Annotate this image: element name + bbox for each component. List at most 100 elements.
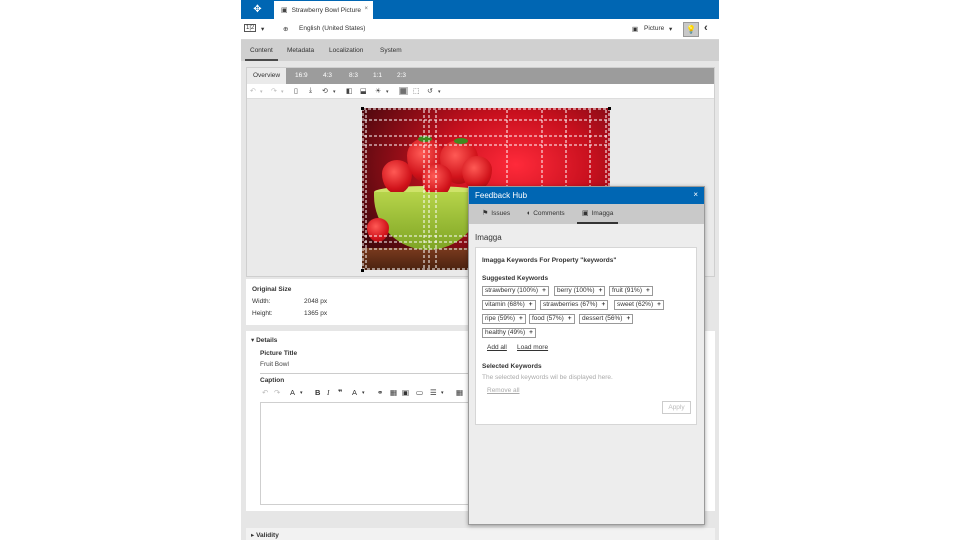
details-header[interactable]: ▾ Details (251, 336, 277, 344)
feedback-hub-title: Feedback Hub (475, 191, 528, 200)
picture-title-input[interactable]: Fruit Bowl (260, 361, 289, 368)
chevron-down-icon[interactable]: ▾ (281, 89, 284, 95)
grid-icon[interactable]: ▦ (399, 87, 408, 95)
selected-keywords-hint: The selected keywords wil be displayed h… (482, 374, 613, 381)
add-icon[interactable]: + (602, 301, 606, 308)
tab-issues[interactable]: ⚑ Issues (479, 204, 513, 224)
chevron-down-icon[interactable]: ▾ (362, 390, 365, 396)
chevron-left-icon[interactable]: ‹ (704, 22, 708, 34)
chevron-down-icon[interactable]: ▾ (386, 89, 389, 95)
keyword-chip[interactable]: vitamin (68%) + (482, 300, 536, 310)
apply-button[interactable]: Apply (662, 401, 691, 414)
original-size-panel: Original Size Width: 2048 px Height: 136… (246, 279, 475, 325)
table-icon[interactable]: ▦ (390, 388, 397, 397)
close-icon[interactable]: × (693, 190, 698, 199)
add-icon[interactable]: + (626, 315, 630, 322)
flip-horizontal-icon[interactable]: ◧ (346, 87, 353, 95)
document-tab[interactable]: ▣ Strawberry Bowl Picture × (274, 1, 373, 19)
remove-all-link[interactable]: Remove all (487, 387, 520, 394)
crop-handle[interactable] (361, 269, 364, 272)
keyword-chip[interactable]: fruit (91%) + (609, 286, 653, 296)
add-icon[interactable]: + (646, 287, 650, 294)
add-icon[interactable]: + (529, 301, 533, 308)
keyword-chip[interactable]: sweet (62%) + (614, 300, 664, 310)
chevron-down-icon[interactable]: ▾ (261, 25, 264, 33)
chevron-down-icon[interactable]: ▾ (260, 89, 263, 95)
add-icon[interactable]: + (568, 315, 572, 322)
keyword-chip[interactable]: strawberry (100%) + (482, 286, 549, 296)
feedback-hub-button[interactable]: 💡 (683, 22, 699, 37)
crop-handle[interactable] (361, 107, 364, 110)
height-value: 1365 px (304, 310, 328, 317)
caption-editor[interactable] (260, 402, 470, 505)
document-toolbar: 1|2 ▾ ⊕ English (United States) ▣ Pictur… (241, 19, 719, 40)
list-icon[interactable]: ☰ (430, 388, 437, 397)
home-button[interactable]: ✥ (241, 0, 274, 19)
keyword-chip[interactable]: ripe (59%) + (482, 314, 526, 324)
chevron-down-icon[interactable]: ▾ (441, 390, 444, 396)
validity-header[interactable]: ▸ Validity (251, 531, 279, 539)
top-bar: ✥ ▣ Strawberry Bowl Picture × (241, 0, 719, 19)
image-icon[interactable]: ▣ (402, 388, 409, 397)
flip-vertical-icon[interactable]: ⬓ (360, 87, 367, 95)
download-icon[interactable]: ⤓ (309, 87, 312, 95)
trash-icon[interactable]: ▯ (294, 87, 298, 95)
redo-icon[interactable]: ↷ (274, 388, 280, 397)
keyword-chip[interactable]: dessert (56%) + (579, 314, 634, 324)
picture-title-underline (260, 373, 480, 374)
undo-icon[interactable]: ↶ (262, 388, 268, 397)
redo-icon[interactable]: ↷ (271, 87, 277, 95)
imagga-card-title: Imagga Keywords For Property "keywords" (482, 257, 617, 264)
bold-icon[interactable]: B (315, 388, 320, 397)
language-selector[interactable]: English (United States) (299, 25, 365, 32)
add-icon[interactable]: + (529, 329, 533, 336)
crop-tab-2-3[interactable]: 2:3 (392, 68, 411, 84)
brightness-icon[interactable]: ☀ (375, 87, 381, 95)
keyword-chip[interactable]: berry (100%) + (554, 286, 606, 296)
more-tools-icon[interactable]: ▦ (456, 388, 463, 397)
rotate-icon[interactable]: ⟲ (322, 87, 328, 95)
crop-tab-1-1[interactable]: 1:1 (368, 68, 387, 84)
add-icon[interactable]: + (599, 287, 603, 294)
add-all-link[interactable]: Add all (487, 344, 507, 351)
quote-icon[interactable]: ❞ (338, 388, 342, 397)
media-icon[interactable]: ▭ (416, 388, 423, 397)
chevron-down-icon[interactable]: ▾ (300, 390, 303, 396)
chevron-down-icon[interactable]: ▾ (669, 25, 672, 33)
tab-comments-label: Comments (533, 210, 565, 217)
tab-metadata[interactable]: Metadata (282, 40, 319, 61)
load-more-link[interactable]: Load more (517, 344, 548, 351)
imagga-section-title: Imagga (475, 233, 502, 242)
close-tab-icon[interactable]: × (364, 6, 368, 12)
crop-handle[interactable] (608, 107, 611, 110)
crop-tab-16-9[interactable]: 16:9 (290, 68, 313, 84)
details-header-label: Details (256, 337, 278, 344)
tab-comments[interactable]: ◖ Comments (523, 204, 568, 224)
tab-system[interactable]: System (375, 40, 407, 61)
keyword-chip[interactable]: food (57%) + (529, 314, 575, 324)
add-icon[interactable]: + (657, 301, 661, 308)
font-size-icon[interactable]: A (290, 388, 295, 397)
document-type-selector[interactable]: Picture (644, 25, 664, 32)
chevron-down-icon[interactable]: ▾ (333, 89, 336, 95)
crop-tab-8-3[interactable]: 8:3 (344, 68, 363, 84)
reset-icon[interactable]: ↺ (427, 87, 433, 95)
layout-icon[interactable]: 1|2 (244, 24, 257, 32)
tab-imagga[interactable]: ▣ Imagga (577, 204, 619, 224)
keyword-chip[interactable]: strawberries (67%) + (540, 300, 609, 310)
italic-icon[interactable]: I (327, 388, 330, 397)
link-icon[interactable]: ⚭ (377, 388, 383, 397)
crop-tab-4-3[interactable]: 4:3 (318, 68, 337, 84)
chevron-down-icon[interactable]: ▾ (438, 89, 441, 95)
crop-tab-overview[interactable]: Overview (247, 68, 287, 84)
add-icon[interactable]: + (519, 315, 523, 322)
tab-content[interactable]: Content (245, 40, 278, 61)
globe-icon[interactable]: ⊕ (283, 25, 288, 33)
undo-icon[interactable]: ↶ (250, 87, 256, 95)
feedback-hub-window: Feedback Hub × ⚑ Issues ◖ Comments ▣ Imagga… (468, 186, 705, 525)
text-color-icon[interactable]: A (352, 388, 357, 397)
add-icon[interactable]: + (542, 287, 546, 294)
tab-localization[interactable]: Localization (324, 40, 368, 61)
keyword-chip[interactable]: healthy (49%) + (482, 328, 536, 338)
crop-icon[interactable]: ⬚ (413, 87, 420, 95)
